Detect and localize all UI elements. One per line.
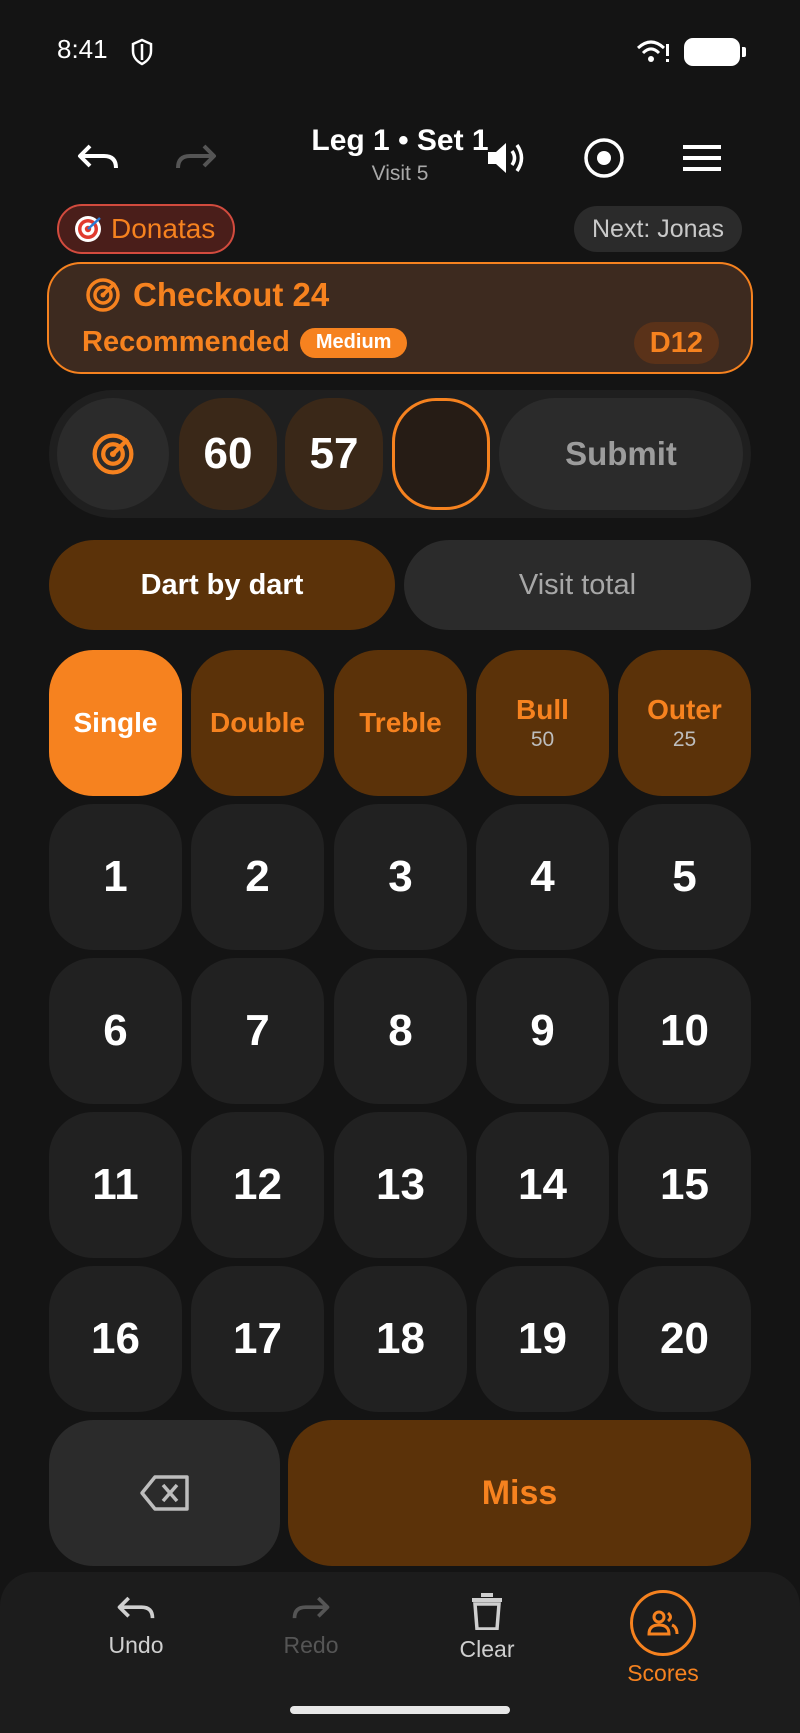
target-icon (86, 278, 120, 312)
dart-2-slot[interactable]: 57 (285, 398, 383, 510)
sound-button[interactable] (478, 130, 534, 186)
number-key-7[interactable]: 7 (191, 958, 324, 1104)
bull-value: 50 (530, 728, 555, 751)
redo-button[interactable] (168, 130, 224, 186)
target-icon (92, 433, 134, 475)
number-key-11[interactable]: 11 (49, 1112, 182, 1258)
outer-value: 25 (672, 728, 697, 751)
number-key-14[interactable]: 14 (476, 1112, 609, 1258)
number-key-13[interactable]: 13 (334, 1112, 467, 1258)
difficulty-badge: Medium (299, 327, 408, 358)
redo-icon (176, 144, 216, 169)
checkout-card: Checkout 24 Recommended Medium D12 (47, 262, 753, 374)
outer-button[interactable]: Outer 25 (618, 650, 751, 796)
miss-button[interactable]: Miss (288, 1420, 751, 1566)
number-key-4[interactable]: 4 (476, 804, 609, 950)
multiplier-double[interactable]: Double (191, 650, 324, 796)
checkout-recommendation: Recommended Medium (82, 326, 408, 359)
mode-visit-total[interactable]: Visit total (404, 540, 751, 630)
number-key-20[interactable]: 20 (618, 1266, 751, 1412)
number-key-9[interactable]: 9 (476, 958, 609, 1104)
multiplier-single[interactable]: Single (49, 650, 182, 796)
nav-clear-label: Clear (459, 1636, 515, 1662)
nav-scores[interactable]: Scores (588, 1590, 738, 1702)
backspace-button[interactable] (49, 1420, 280, 1566)
nav-redo[interactable]: Redo (236, 1592, 386, 1702)
number-key-8[interactable]: 8 (334, 958, 467, 1104)
trash-icon (472, 1593, 502, 1630)
number-key-1[interactable]: 1 (49, 804, 182, 950)
undo-icon (78, 144, 118, 169)
mode-dart-by-dart[interactable]: Dart by dart (49, 540, 395, 630)
home-indicator[interactable] (290, 1706, 510, 1714)
number-key-3[interactable]: 3 (334, 804, 467, 950)
hamburger-icon (683, 145, 721, 171)
checkout-target-chip: D12 (633, 322, 719, 364)
number-key-15[interactable]: 15 (618, 1112, 751, 1258)
dart-target-icon (75, 216, 101, 242)
number-key-6[interactable]: 6 (49, 958, 182, 1104)
redo-icon (292, 1596, 330, 1619)
next-player-chip: Next: Jonas (573, 206, 742, 252)
checkout-title: Checkout 24 (133, 276, 330, 313)
nav-undo[interactable]: Undo (61, 1592, 211, 1702)
current-player-name: Donatas (111, 213, 216, 244)
undo-icon (117, 1596, 155, 1619)
menu-button[interactable] (674, 130, 730, 186)
bull-button[interactable]: Bull 50 (476, 650, 609, 796)
wifi-icon (636, 38, 670, 71)
target-button[interactable] (57, 398, 169, 510)
number-key-2[interactable]: 2 (191, 804, 324, 950)
number-key-19[interactable]: 19 (476, 1266, 609, 1412)
number-key-5[interactable]: 5 (618, 804, 751, 950)
nav-scores-label: Scores (627, 1660, 699, 1686)
people-icon (647, 1610, 679, 1636)
undo-button[interactable] (70, 130, 126, 186)
nav-undo-label: Undo (108, 1632, 164, 1658)
current-player-chip: Donatas (57, 204, 236, 254)
nav-redo-label: Redo (283, 1632, 339, 1658)
battery-icon (684, 38, 746, 66)
checkout-heading: Checkout 24 (85, 276, 329, 314)
submit-button[interactable]: Submit (499, 398, 743, 510)
number-key-17[interactable]: 17 (191, 1266, 324, 1412)
backspace-icon (139, 1475, 189, 1511)
multiplier-treble[interactable]: Treble (334, 650, 467, 796)
dart-entry-row: 60 57 Submit (49, 390, 751, 518)
scores-active-ring (630, 1590, 696, 1656)
number-key-16[interactable]: 16 (49, 1266, 182, 1412)
top-bar: Leg 1 • Set 1 Visit 5 (0, 110, 800, 200)
status-bar: 8:41 (0, 0, 800, 100)
dart-1-slot[interactable]: 60 (179, 398, 277, 510)
number-key-12[interactable]: 12 (191, 1112, 324, 1258)
number-key-10[interactable]: 10 (618, 958, 751, 1104)
nav-clear[interactable]: Clear (412, 1592, 562, 1702)
radio-target-icon (584, 138, 624, 178)
shield-icon (130, 38, 154, 71)
number-key-18[interactable]: 18 (334, 1266, 467, 1412)
record-button[interactable] (576, 130, 632, 186)
dart-3-slot[interactable] (392, 398, 490, 510)
recommended-label: Recommended (82, 326, 290, 358)
status-time: 8:41 (57, 34, 108, 64)
speaker-icon (488, 143, 524, 173)
